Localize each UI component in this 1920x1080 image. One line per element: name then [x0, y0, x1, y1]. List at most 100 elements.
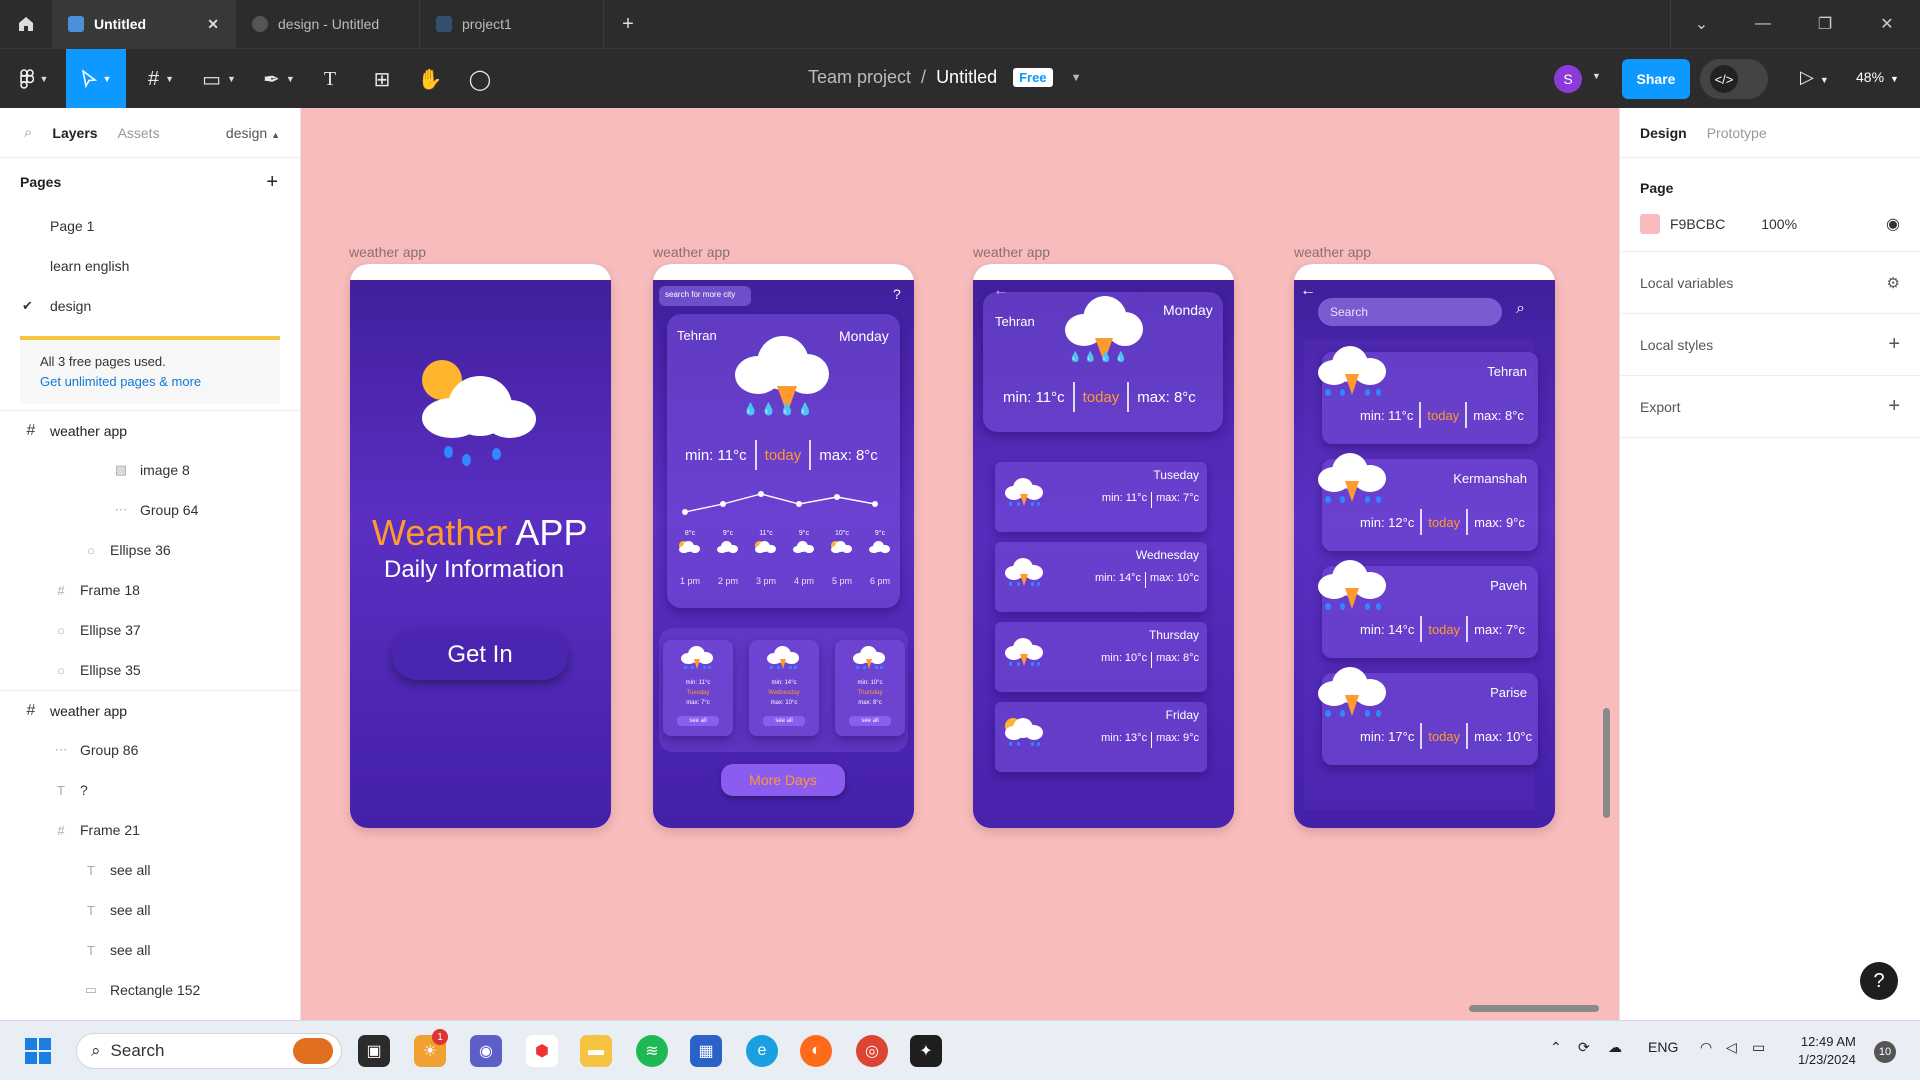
upgrade-link[interactable]: Get unlimited pages & more — [40, 372, 260, 392]
weather-app-splash-frame[interactable]: Weather APP Daily Information Get In — [350, 264, 611, 828]
move-tool[interactable]: ▼ — [66, 49, 126, 109]
layer-item[interactable]: # Frame 21 — [0, 810, 300, 850]
help-button[interactable]: ? — [1860, 962, 1898, 1000]
task-view-icon[interactable]: ▣ — [358, 1035, 390, 1067]
help-icon[interactable]: ? — [893, 286, 901, 302]
weather-app-week-frame[interactable]: ← Tehran Monday 💧 💧 💧 💧 min: 11°c today … — [973, 264, 1234, 828]
volume-icon[interactable]: ◁ — [1726, 1039, 1737, 1056]
add-style-button[interactable]: + — [1888, 333, 1900, 356]
see-all-button[interactable]: see all — [763, 716, 805, 726]
spotify-icon[interactable]: ≋ — [636, 1035, 668, 1067]
text-tool[interactable]: T — [314, 49, 346, 109]
layer-item[interactable]: # weather app — [0, 410, 300, 450]
layer-item[interactable]: Tsee all — [0, 890, 300, 930]
notification-count-badge[interactable]: 10 — [1874, 1041, 1896, 1063]
tab-assets[interactable]: Assets — [118, 125, 160, 141]
back-arrow-icon[interactable]: ← — [1300, 282, 1316, 300]
search-icon[interactable]: ⌕ — [1516, 300, 1525, 318]
chrome-icon[interactable]: ◎ — [856, 1035, 888, 1067]
restore-button[interactable]: ❐ — [1794, 0, 1856, 48]
layer-item[interactable]: Tsee all — [0, 930, 300, 970]
see-all-button[interactable]: see all — [849, 716, 891, 726]
page-item[interactable]: Page 1 — [0, 206, 300, 246]
layer-item[interactable]: ▭ Rectangle 152 — [0, 970, 300, 1010]
chevron-up-icon[interactable]: ⌃ — [1550, 1039, 1562, 1056]
canvas[interactable]: weather app weather app weather app weat… — [301, 108, 1619, 1020]
store-icon[interactable]: ▦ — [690, 1035, 722, 1067]
layer-item[interactable]: ⋯ Group 86 — [0, 730, 300, 770]
day-card[interactable]: min: 11°c Tuesday max: 7°c see all — [663, 640, 733, 736]
search-input[interactable]: Search — [1318, 298, 1502, 326]
sliders-icon[interactable]: ⚙ — [1887, 274, 1900, 292]
present-button[interactable]: ▷ ▼ — [1800, 67, 1829, 88]
close-window-button[interactable]: ✕ — [1856, 0, 1918, 48]
taskbar-search[interactable]: ⌕ Search — [76, 1033, 342, 1069]
more-days-button[interactable]: More Days — [721, 764, 845, 796]
chevron-down-icon[interactable]: ▼ — [1071, 72, 1082, 84]
weather-app-cities-frame[interactable]: ← Search ⌕ Tehran min: 11°c today max: 8°c K… — [1294, 264, 1555, 828]
tab-project1[interactable]: project1 — [420, 0, 604, 48]
shape-tool[interactable]: ▭ ▼ — [196, 49, 242, 109]
comment-tool[interactable]: ◯ — [464, 49, 496, 109]
frame-label[interactable]: weather app — [653, 244, 730, 260]
day-row[interactable]: Tuseday min: 11°c max: 7°c — [995, 462, 1207, 532]
tab-design[interactable]: Design — [1640, 125, 1687, 141]
frame-tool[interactable]: # ▼ — [138, 49, 184, 109]
eye-icon[interactable]: ◉ — [1886, 214, 1900, 234]
layer-item[interactable]: ○ Ellipse 36 — [0, 530, 300, 570]
chat-icon[interactable]: ◉ — [470, 1035, 502, 1067]
app-icon[interactable]: ⬢ — [526, 1035, 558, 1067]
minimize-button[interactable]: — — [1732, 0, 1794, 48]
frame-label[interactable]: weather app — [349, 244, 426, 260]
get-in-button[interactable]: Get In — [392, 630, 568, 680]
sync-icon[interactable]: ⟳ — [1578, 1039, 1590, 1056]
chevron-down-icon[interactable]: ▼ — [1592, 71, 1601, 81]
firefox-icon[interactable]: ◐ — [800, 1035, 832, 1067]
day-row[interactable]: Friday min: 13°c max: 9°c — [995, 702, 1207, 772]
avatar[interactable]: S — [1554, 65, 1582, 93]
figma-taskbar-icon[interactable]: ✦ — [910, 1035, 942, 1067]
layer-item[interactable]: # Frame 18 — [0, 570, 300, 610]
file-title[interactable]: Untitled — [936, 67, 997, 88]
add-export-button[interactable]: + — [1888, 395, 1900, 418]
hand-tool[interactable]: ✋ — [414, 49, 446, 109]
zoom-menu[interactable]: 48% ▼ — [1856, 69, 1899, 85]
close-tab-icon[interactable]: ✕ — [207, 16, 219, 33]
home-button[interactable] — [0, 0, 52, 48]
tab-layers[interactable]: Layers — [52, 125, 97, 141]
day-row[interactable]: Thursday min: 10°c max: 8°c — [995, 622, 1207, 692]
add-page-button[interactable]: + — [266, 171, 278, 194]
breadcrumb-team[interactable]: Team project — [808, 67, 911, 88]
city-search-input[interactable]: search for more city — [659, 286, 751, 306]
layer-item[interactable]: T? — [0, 770, 300, 810]
day-row[interactable]: Wednesday min: 14°c max: 10°c — [995, 542, 1207, 612]
page-item-active[interactable]: ✔ design — [0, 286, 300, 326]
new-tab-button[interactable]: + — [604, 13, 652, 36]
windows-start-button[interactable] — [22, 1035, 54, 1067]
dev-mode-toggle[interactable]: </> — [1700, 59, 1768, 99]
frame-label[interactable]: weather app — [973, 244, 1050, 260]
layer-item[interactable]: ○ Ellipse 37 — [0, 610, 300, 650]
tab-untitled[interactable]: Untitled ✕ — [52, 0, 236, 48]
see-all-button[interactable]: see all — [677, 716, 719, 726]
tab-design-untitled[interactable]: design - Untitled — [236, 0, 420, 48]
page-opacity[interactable]: 100% — [1761, 216, 1797, 232]
layer-item[interactable]: ○ Ellipse 35 — [0, 650, 300, 690]
vertical-scrollbar[interactable] — [1603, 708, 1610, 818]
page-color-hex[interactable]: F9BCBC — [1670, 216, 1725, 232]
edge-icon[interactable]: e — [746, 1035, 778, 1067]
weather-app-home-frame[interactable]: search for more city ? Tehran Monday 💧 💧… — [653, 264, 914, 828]
resources-tool[interactable]: ⊞ — [366, 49, 398, 109]
main-menu-button[interactable]: ▼ — [10, 49, 58, 109]
page-item[interactable]: learn english — [0, 246, 300, 286]
clock[interactable]: 12:49 AM 1/23/2024 — [1798, 1033, 1856, 1069]
layer-item[interactable]: # weather app — [0, 690, 300, 730]
battery-icon[interactable]: ▭ — [1752, 1039, 1765, 1056]
search-icon[interactable]: ⌕ — [24, 124, 32, 141]
frame-label[interactable]: weather app — [1294, 244, 1371, 260]
cloud-icon[interactable]: ☁ — [1608, 1039, 1622, 1056]
share-button[interactable]: Share — [1622, 59, 1690, 99]
file-explorer-icon[interactable]: ▬ — [580, 1035, 612, 1067]
page-selector[interactable]: design ▲ — [226, 125, 280, 141]
chevron-down-icon[interactable]: ⌄ — [1670, 0, 1732, 48]
